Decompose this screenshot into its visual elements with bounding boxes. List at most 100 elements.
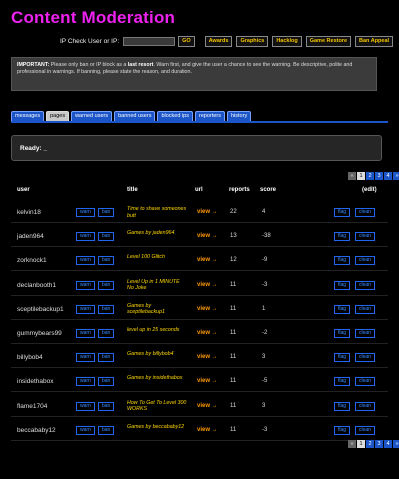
ban-button[interactable]: ban bbox=[98, 329, 115, 338]
tab-reporters[interactable]: reporters bbox=[194, 111, 225, 121]
row-title-link[interactable]: level up in 25 seconds bbox=[127, 327, 187, 334]
nav-awards-button[interactable]: Awards bbox=[204, 36, 233, 47]
row-title-link[interactable]: How To Get To Level 300 WORKS bbox=[127, 400, 187, 413]
ban-button[interactable]: ban bbox=[98, 353, 115, 363]
warn-button[interactable]: warn bbox=[76, 280, 95, 290]
ban-button[interactable]: ban bbox=[98, 208, 115, 217]
row-score: -2 bbox=[262, 330, 268, 336]
ban-button[interactable]: ban bbox=[98, 401, 115, 411]
nav-game-restore-button[interactable]: Game Restore bbox=[305, 36, 352, 47]
row-title-link[interactable]: Level 100 Glitch bbox=[127, 254, 187, 261]
warn-button[interactable]: warn bbox=[76, 329, 95, 338]
row-score: -3 bbox=[262, 426, 268, 433]
clean-button[interactable]: clean bbox=[355, 304, 375, 314]
flag-button[interactable]: flag bbox=[334, 256, 351, 266]
table-row: beccababy12 warn ban Games by beccababy12 vi… bbox=[0, 421, 399, 441]
view-link[interactable]: view → bbox=[197, 403, 218, 409]
view-link[interactable]: view → bbox=[197, 427, 218, 433]
column-header-title: title bbox=[127, 187, 138, 193]
pager-page-4[interactable]: 4 bbox=[384, 172, 392, 180]
warn-button[interactable]: warn bbox=[76, 353, 95, 363]
nav-graphics-button[interactable]: Graphics bbox=[236, 36, 269, 47]
warn-button[interactable]: warn bbox=[76, 208, 95, 217]
row-title-link[interactable]: Games by beccababy12 bbox=[127, 424, 187, 431]
row-title-link[interactable]: Time to shave someones butt bbox=[127, 206, 187, 219]
tab-history[interactable]: history bbox=[227, 111, 252, 121]
flag-button[interactable]: flag bbox=[334, 353, 351, 363]
tab-warned-users[interactable]: warned users bbox=[71, 111, 113, 121]
row-divider bbox=[11, 367, 388, 369]
flag-button[interactable]: flag bbox=[334, 304, 351, 314]
flag-button[interactable]: flag bbox=[334, 280, 351, 290]
row-divider bbox=[11, 415, 388, 417]
pager-next-button[interactable]: » bbox=[393, 172, 399, 180]
ban-button[interactable]: ban bbox=[98, 377, 115, 387]
warn-button[interactable]: warn bbox=[76, 232, 95, 242]
pager-page-4[interactable]: 4 bbox=[384, 440, 392, 448]
view-link[interactable]: view → bbox=[197, 306, 218, 312]
nav-hacklog-button[interactable]: Hacklog bbox=[272, 36, 302, 47]
row-title-link[interactable]: Games by jaden964 bbox=[127, 230, 187, 237]
ban-button[interactable]: ban bbox=[98, 425, 115, 435]
clean-button[interactable]: clean bbox=[355, 280, 375, 290]
warn-button[interactable]: warn bbox=[76, 401, 95, 411]
pager-prev-button[interactable]: « bbox=[348, 172, 356, 180]
view-link[interactable]: view → bbox=[197, 330, 218, 336]
go-button[interactable]: GO bbox=[178, 36, 195, 47]
row-reports: 11 bbox=[230, 305, 237, 312]
warn-button[interactable]: warn bbox=[76, 304, 95, 314]
view-link[interactable]: view → bbox=[197, 282, 218, 288]
clean-button[interactable]: clean bbox=[355, 425, 375, 435]
ban-button[interactable]: ban bbox=[98, 232, 115, 242]
flag-button[interactable]: flag bbox=[334, 377, 351, 387]
warn-button[interactable]: warn bbox=[76, 377, 95, 387]
tab-blocked-ips[interactable]: blocked ips bbox=[157, 111, 193, 121]
clean-button[interactable]: clean bbox=[355, 232, 375, 242]
clean-button[interactable]: clean bbox=[355, 377, 375, 387]
clean-button[interactable]: clean bbox=[355, 256, 375, 266]
row-title-link[interactable]: Level Up in 1 MINUTE No Joke bbox=[127, 279, 187, 292]
ip-check-input[interactable] bbox=[123, 37, 176, 46]
warn-button[interactable]: warn bbox=[76, 425, 95, 435]
pager-page-2[interactable]: 2 bbox=[366, 440, 374, 448]
clean-button[interactable]: clean bbox=[355, 208, 375, 217]
tab-pages[interactable]: pages bbox=[46, 111, 70, 121]
clean-button[interactable]: clean bbox=[355, 353, 375, 363]
view-link[interactable]: view → bbox=[197, 354, 218, 360]
row-title-link[interactable]: Games by insidethabox bbox=[127, 375, 187, 382]
row-title-link[interactable]: Games by billybob4 bbox=[127, 351, 187, 358]
notice-important-label: IMPORTANT: bbox=[17, 62, 50, 68]
flag-button[interactable]: flag bbox=[334, 232, 351, 242]
clean-button[interactable]: clean bbox=[355, 401, 375, 411]
view-link[interactable]: view → bbox=[197, 209, 218, 215]
tab-banned-users[interactable]: banned users bbox=[114, 111, 156, 121]
ban-button[interactable]: ban bbox=[98, 280, 115, 290]
table-row: zorknock1 warn ban Level 100 Glitch view → 12… bbox=[0, 251, 399, 272]
pager-page-2[interactable]: 2 bbox=[366, 172, 374, 180]
row-username: sceptilebackup1 bbox=[17, 305, 64, 313]
view-link[interactable]: view → bbox=[197, 378, 218, 384]
view-link[interactable]: view → bbox=[197, 257, 218, 263]
flag-button[interactable]: flag bbox=[334, 401, 351, 411]
flag-button[interactable]: flag bbox=[334, 329, 351, 338]
ban-button[interactable]: ban bbox=[98, 304, 115, 314]
row-title-link[interactable]: Games by sceptilebackup1 bbox=[127, 303, 187, 316]
pager-bottom: « 1 2 3 4 » bbox=[347, 440, 399, 448]
pager-next-button[interactable]: » bbox=[393, 440, 399, 448]
pager-page-1[interactable]: 1 bbox=[357, 172, 365, 180]
flag-button[interactable]: flag bbox=[334, 208, 351, 217]
pager-page-1[interactable]: 1 bbox=[357, 440, 365, 448]
pager-prev-button[interactable]: « bbox=[348, 440, 356, 448]
warn-button[interactable]: warn bbox=[76, 256, 95, 266]
view-link[interactable]: view → bbox=[197, 233, 218, 239]
flag-button[interactable]: flag bbox=[334, 425, 351, 435]
table-row: insidethabox warn ban Games by insidethabox… bbox=[0, 372, 399, 393]
tab-messages[interactable]: messages bbox=[11, 111, 45, 121]
pager-page-3[interactable]: 3 bbox=[375, 440, 383, 448]
row-divider bbox=[11, 391, 388, 393]
nav-ban-appeal-button[interactable]: Ban Appeal bbox=[355, 36, 394, 47]
clean-button[interactable]: clean bbox=[355, 329, 375, 338]
pager-page-3[interactable]: 3 bbox=[375, 172, 383, 180]
row-score: 3 bbox=[262, 354, 266, 361]
ban-button[interactable]: ban bbox=[98, 256, 115, 266]
